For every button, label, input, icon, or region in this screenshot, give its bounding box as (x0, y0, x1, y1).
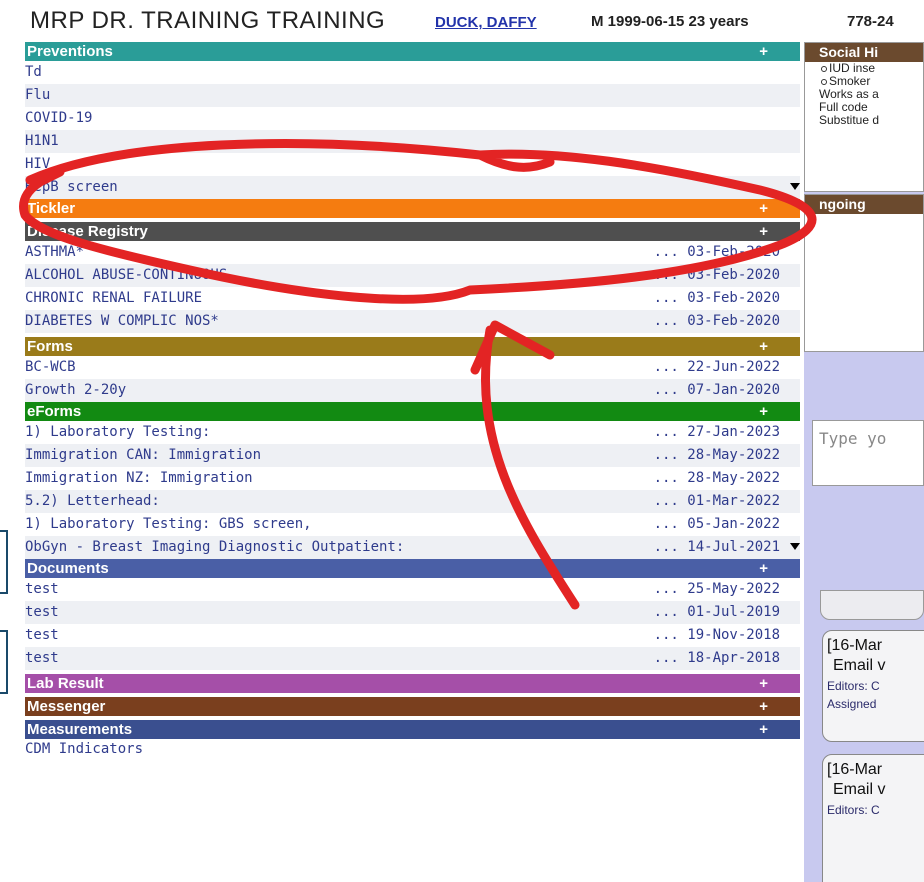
encounter-note-input[interactable]: Type yo (812, 420, 924, 486)
note-card[interactable]: [16-Mar Email v Editors: C (822, 754, 924, 882)
eform-item[interactable]: 5.2) Letterhead:... 01-Mar-2022 (25, 490, 800, 513)
note-title: [16-Mar (827, 637, 883, 654)
eform-item[interactable]: Immigration CAN: Immigration... 28-May-2… (25, 444, 800, 467)
disease-item[interactable]: DIABETES W COMPLIC NOS*... 03-Feb-2020 (25, 310, 800, 333)
add-prevention-button[interactable]: + (759, 42, 768, 61)
eform-item[interactable]: Immigration NZ: Immigration... 28-May-20… (25, 467, 800, 490)
add-measurement-button[interactable]: + (759, 720, 768, 739)
document-item[interactable]: test... 18-Apr-2018 (25, 647, 800, 670)
scroll-down-arrow-icon[interactable] (790, 543, 800, 550)
social-history-box: Social Hi IUD inse Smoker Works as a Ful… (804, 42, 924, 192)
ongoing-concerns-box: ngoing (804, 194, 924, 352)
note-editors: Editors: C (827, 679, 880, 693)
social-history-item[interactable]: Smoker (805, 75, 923, 88)
forms-header[interactable]: Forms + (25, 337, 800, 356)
scroll-down-arrow-icon[interactable] (790, 183, 800, 190)
section-title: Preventions (27, 43, 113, 60)
note-title: [16-Mar (827, 761, 883, 778)
section-title: eForms (27, 403, 82, 420)
disease-item[interactable]: ALCOHOL ABUSE-CONTINUOUS... 03-Feb-2020 (25, 264, 800, 287)
disease-item[interactable]: ASTHMA*... 03-Feb-2020 (25, 241, 800, 264)
window-edge (0, 530, 8, 594)
mrp-doctor: MRP DR. TRAINING TRAINING (30, 7, 386, 34)
note-subject: Email v (833, 781, 886, 798)
note-assigned: Assigned (827, 697, 877, 711)
disease-registry-list: ASTHMA*... 03-Feb-2020 ALCOHOL ABUSE-CON… (25, 241, 800, 333)
disease-registry-header[interactable]: Disease Registry + (25, 222, 800, 241)
form-item[interactable]: Growth 2-20y... 07-Jan-2020 (25, 379, 800, 402)
note-card[interactable]: [16-Mar Email v Editors: C Assigned (822, 630, 924, 742)
window-edge (0, 630, 8, 694)
eform-item[interactable]: 1) Laboratory Testing: GBS screen,... 05… (25, 513, 800, 536)
add-disease-button[interactable]: + (759, 222, 768, 241)
documents-header[interactable]: Documents + (25, 559, 800, 578)
social-history-header[interactable]: Social Hi (805, 43, 923, 62)
section-title: Disease Registry (27, 223, 148, 240)
encounter-right-column: Social Hi IUD inse Smoker Works as a Ful… (804, 42, 924, 882)
document-item[interactable]: test... 19-Nov-2018 (25, 624, 800, 647)
ongoing-concerns-header[interactable]: ngoing (805, 195, 923, 214)
patient-header: MRP DR. TRAINING TRAINING DUCK, DAFFY M … (0, 0, 924, 42)
eform-item[interactable]: 1) Laboratory Testing:... 27-Jan-2023 (25, 421, 800, 444)
encounter-left-column: Preventions + Td Flu COVID-19 H1N1 HIV H… (25, 42, 800, 759)
section-title: Lab Result (27, 675, 104, 692)
add-lab-result-button[interactable]: + (759, 674, 768, 693)
tickler-header[interactable]: Tickler + (25, 199, 800, 218)
section-title: Forms (27, 338, 73, 355)
prevention-item[interactable]: H1N1 (25, 130, 800, 153)
form-item[interactable]: BC-WCB... 22-Jun-2022 (25, 356, 800, 379)
measurement-item[interactable]: CDM Indicators (25, 739, 800, 759)
prevention-item[interactable]: Flu (25, 84, 800, 107)
document-item[interactable]: test... 01-Jul-2019 (25, 601, 800, 624)
section-title: Documents (27, 560, 109, 577)
patient-phone: 778-24 (847, 13, 894, 30)
measurements-header[interactable]: Measurements + (25, 720, 800, 739)
add-eform-button[interactable]: + (759, 402, 768, 421)
section-title: Tickler (27, 200, 76, 217)
prevention-item[interactable]: HIV (25, 153, 800, 176)
section-title: Measurements (27, 721, 133, 738)
eform-item[interactable]: ObGyn - Breast Imaging Diagnostic Outpat… (25, 536, 800, 559)
eforms-header[interactable]: eForms + (25, 402, 800, 421)
forms-list: BC-WCB... 22-Jun-2022 Growth 2-20y... 07… (25, 356, 800, 402)
add-tickler-button[interactable]: + (759, 199, 768, 218)
lab-result-header[interactable]: Lab Result + (25, 674, 800, 693)
note-editors: Editors: C (827, 803, 880, 817)
document-item[interactable]: test... 25-May-2022 (25, 578, 800, 601)
add-document-button[interactable]: + (759, 559, 768, 578)
social-history-text: Substitue d (819, 113, 880, 127)
preventions-header[interactable]: Preventions + (25, 42, 800, 61)
eforms-list: 1) Laboratory Testing:... 27-Jan-2023 Im… (25, 421, 800, 559)
documents-list: test... 25-May-2022 test... 01-Jul-2019 … (25, 578, 800, 670)
add-message-button[interactable]: + (759, 697, 768, 716)
messenger-header[interactable]: Messenger + (25, 697, 800, 716)
patient-demographics: M 1999-06-15 23 years (591, 13, 749, 30)
note-subject: Email v (833, 657, 886, 674)
add-form-button[interactable]: + (759, 337, 768, 356)
section-title: Messenger (27, 698, 106, 715)
disease-item[interactable]: CHRONIC RENAL FAILURE... 03-Feb-2020 (25, 287, 800, 310)
patient-name-link[interactable]: DUCK, DAFFY (435, 14, 537, 31)
preventions-list: Td Flu COVID-19 H1N1 HIV HepB screen (25, 61, 800, 199)
prevention-item[interactable]: Td (25, 61, 800, 84)
note-card[interactable] (820, 590, 924, 620)
prevention-item[interactable]: COVID-19 (25, 107, 800, 130)
prevention-item[interactable]: HepB screen (25, 176, 800, 199)
